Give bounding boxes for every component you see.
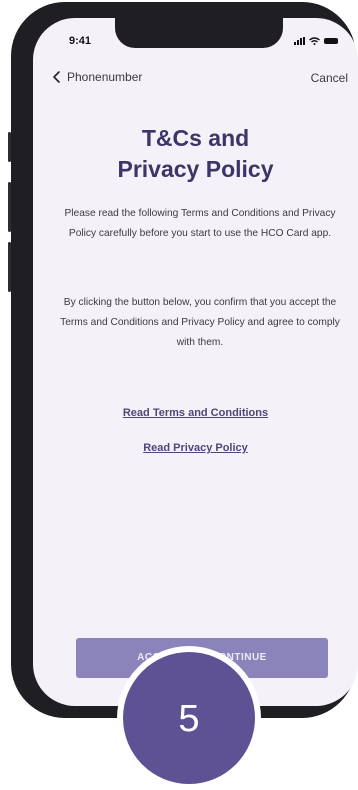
title-line-1: T&Cs and xyxy=(141,125,250,151)
phone-side-button xyxy=(8,242,11,292)
cancel-button[interactable]: Cancel xyxy=(311,71,348,85)
wifi-icon xyxy=(309,37,320,45)
phone-side-button xyxy=(8,182,11,232)
status-icons xyxy=(294,37,338,45)
consent-paragraph: By clicking the button below, you confir… xyxy=(60,297,340,348)
phone-side-button xyxy=(8,132,11,162)
page-title: T&Cs and Privacy Policy xyxy=(33,123,358,185)
chevron-left-icon xyxy=(53,71,60,83)
status-time: 9:41 xyxy=(69,35,92,47)
status-bar: 9:41 xyxy=(33,18,358,62)
phone-frame: 9:41 Phonenumber Cancel T&Cs and Privacy… xyxy=(8,2,358,718)
privacy-link[interactable]: Read Privacy Policy xyxy=(33,442,358,454)
terms-link[interactable]: Read Terms and Conditions xyxy=(33,407,358,419)
back-button[interactable]: Phonenumber xyxy=(50,70,142,84)
step-badge: 5 xyxy=(117,646,261,790)
signal-icon xyxy=(294,37,305,45)
step-number: 5 xyxy=(123,652,255,784)
nav-bar: Phonenumber Cancel xyxy=(33,70,358,90)
title-line-2: Privacy Policy xyxy=(117,156,274,182)
battery-icon xyxy=(324,38,338,44)
intro-paragraph: Please read the following Terms and Cond… xyxy=(64,208,336,239)
phone-screen: 9:41 Phonenumber Cancel T&Cs and Privacy… xyxy=(33,18,358,706)
back-label: Phonenumber xyxy=(67,70,143,84)
